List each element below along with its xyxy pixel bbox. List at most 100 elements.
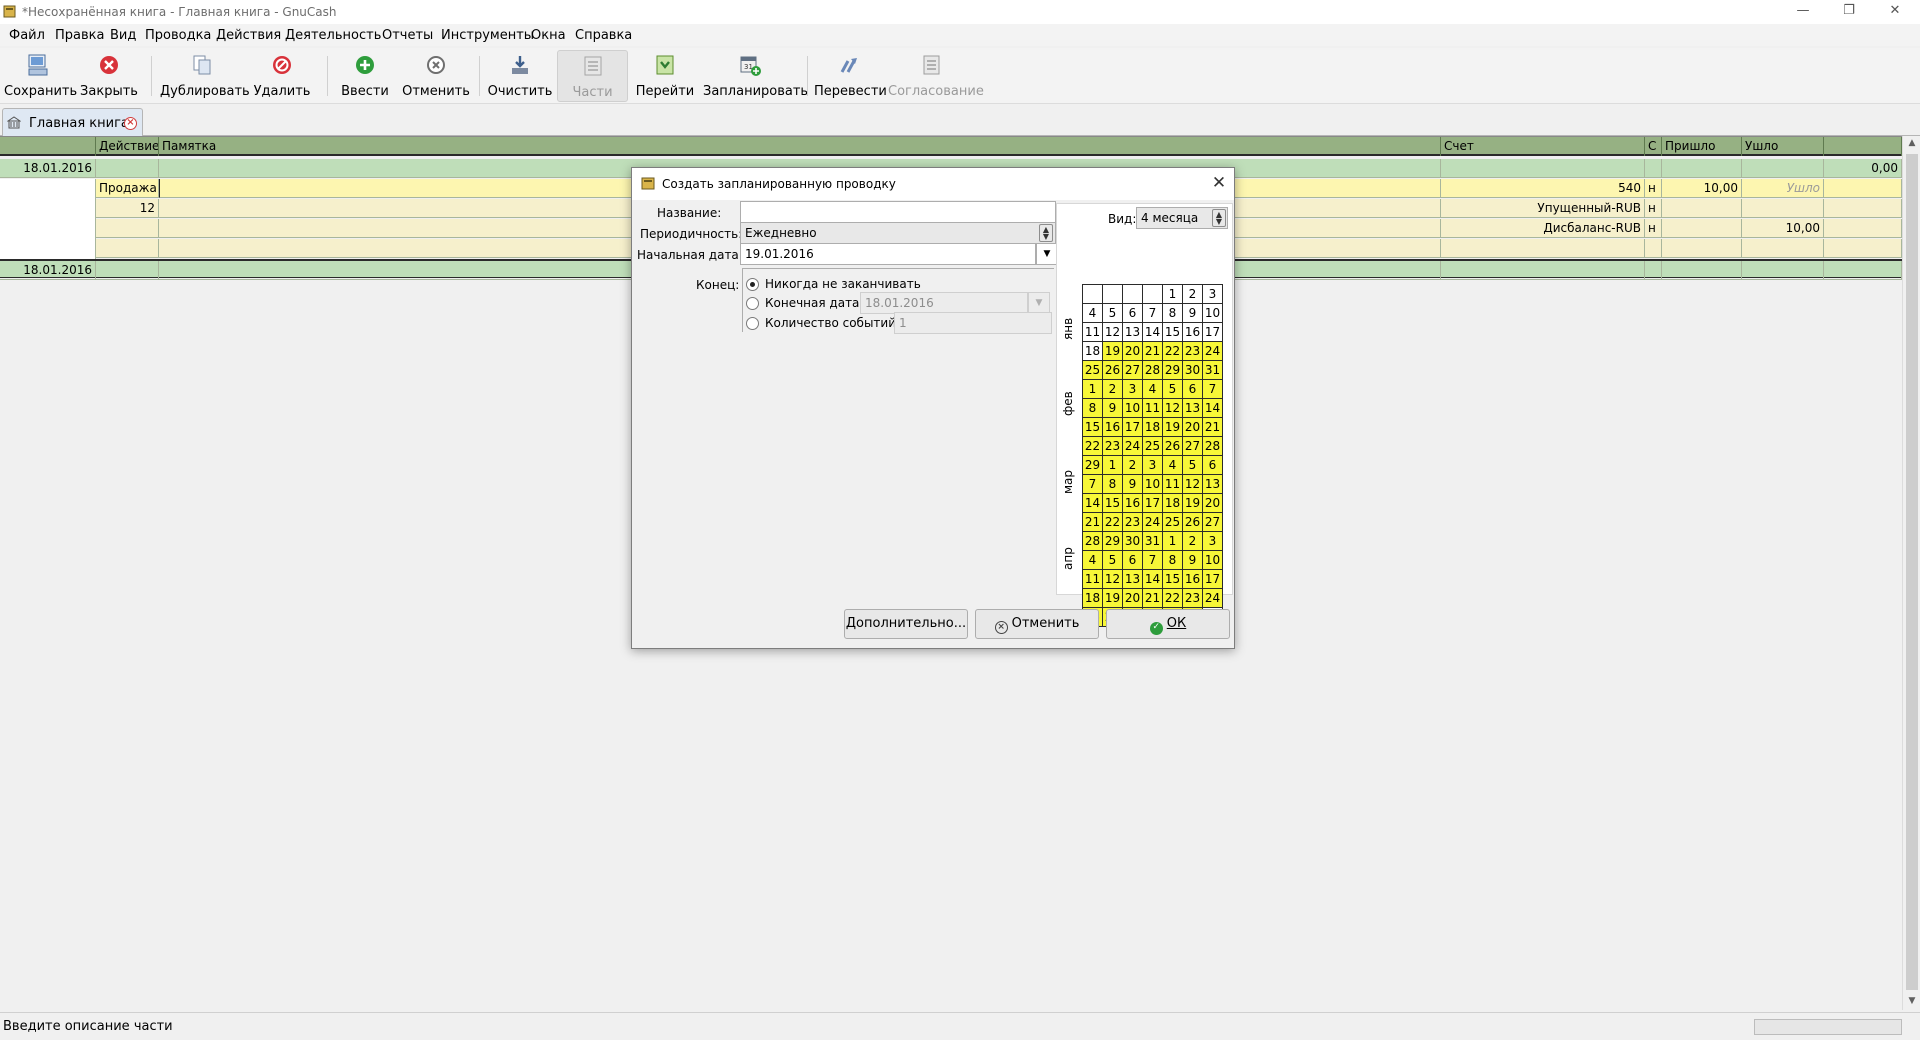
split-action-cell[interactable]: 12	[96, 199, 159, 218]
save-icon	[28, 54, 48, 76]
split-credit-cell[interactable]: 10,00	[1742, 219, 1824, 238]
save-button[interactable]: Сохранить	[4, 50, 77, 102]
scrollbar-thumb[interactable]	[1906, 154, 1918, 990]
debit-cell[interactable]	[1662, 159, 1742, 178]
split-credit-cell[interactable]: Ушло	[1742, 179, 1824, 198]
occurrences-radio[interactable]	[746, 317, 759, 330]
start-date-picker-icon[interactable]: ▼	[1036, 243, 1058, 265]
date-cell[interactable]: 18.01.2016	[0, 261, 96, 280]
month-label-mar: мар	[1061, 469, 1075, 494]
duplicate-button[interactable]: Дублировать	[160, 50, 250, 102]
credit-cell[interactable]	[1742, 159, 1824, 178]
menu-windows[interactable]: Окна	[531, 28, 566, 43]
end-never-radio[interactable]	[746, 278, 759, 291]
reconcile-button[interactable]: Согласование	[888, 50, 984, 102]
occurrences-label[interactable]: Количество событий:	[765, 316, 900, 330]
split-action-cell[interactable]	[96, 239, 159, 258]
split-debit-cell[interactable]	[1662, 239, 1742, 258]
menu-actions[interactable]: Действия	[216, 28, 281, 43]
calendar-day: 23	[1122, 512, 1143, 532]
tab-general-journal[interactable]: Главная книга ×	[2, 108, 143, 136]
date-cell[interactable]: 18.01.2016	[0, 159, 96, 178]
view-dropdown-icon[interactable]: ▲ ▼	[1212, 209, 1226, 227]
split-reconcile-cell[interactable]: н	[1645, 219, 1662, 238]
calendar-week-row: 29 1 2 3 4 5 6	[1082, 455, 1223, 475]
calendar-day: 11	[1162, 474, 1183, 494]
tab-close-icon[interactable]: ×	[124, 117, 137, 130]
calendar-day: 28	[1142, 360, 1163, 380]
cancel-button[interactable]: × Отменить	[975, 609, 1099, 639]
split-account-cell[interactable]: Дисбаланс-RUB	[1441, 219, 1645, 238]
debit-cell[interactable]	[1662, 261, 1742, 280]
end-never-label[interactable]: Никогда не заканчивать	[765, 277, 921, 291]
menu-edit[interactable]: Правка	[55, 28, 104, 43]
split-credit-cell[interactable]	[1742, 199, 1824, 218]
enter-button[interactable]: Ввести	[336, 50, 394, 102]
occurrences-input[interactable]: 1	[894, 312, 1052, 334]
frequency-dropdown-icon[interactable]: ▲ ▼	[1039, 224, 1053, 242]
ledger-icon	[7, 116, 21, 129]
menu-tools[interactable]: Инструменты	[441, 28, 534, 43]
header-debit: Пришло	[1662, 137, 1742, 156]
menu-transaction[interactable]: Проводка	[145, 28, 211, 43]
minimize-button[interactable]: —	[1780, 0, 1826, 24]
split-action-cell[interactable]: Продажа	[96, 179, 159, 198]
frequency-select[interactable]: Ежедневно	[740, 222, 1056, 244]
scroll-down-arrow-icon[interactable]: ▼	[1906, 996, 1918, 1008]
register-scrollbar[interactable]: ▲ ▼	[1902, 136, 1920, 1010]
start-date-input[interactable]: 19.01.2016	[740, 243, 1036, 265]
menu-help[interactable]: Справка	[575, 28, 632, 43]
jump-button[interactable]: Перейти	[632, 50, 698, 102]
delete-button[interactable]: Удалить	[250, 50, 314, 102]
account-cell[interactable]	[1441, 159, 1645, 178]
calendar-day: 6	[1182, 379, 1203, 399]
advanced-button[interactable]: Дополнительно...	[844, 609, 968, 639]
split-debit-cell[interactable]: 10,00	[1662, 179, 1742, 198]
close-window-button[interactable]: ✕	[1872, 0, 1918, 24]
transfer-button[interactable]: Перевести	[814, 50, 887, 102]
menu-file[interactable]: Файл	[9, 28, 45, 43]
calendar-day: 23	[1182, 341, 1203, 361]
split-reconcile-cell[interactable]: н	[1645, 179, 1662, 198]
calendar-day: 9	[1182, 303, 1203, 323]
split-button[interactable]: Части	[557, 50, 628, 102]
split-debit-cell[interactable]	[1662, 199, 1742, 218]
close-button[interactable]: Закрыть	[80, 50, 138, 102]
dialog-close-icon[interactable]: ✕	[1210, 173, 1228, 193]
restore-button[interactable]: ❐	[1826, 0, 1872, 24]
menu-view[interactable]: Вид	[110, 28, 136, 43]
end-date-picker-icon[interactable]: ▼	[1028, 292, 1050, 314]
scroll-up-arrow-icon[interactable]: ▲	[1906, 138, 1918, 150]
plus-circle-icon	[356, 56, 374, 74]
split-account-cell[interactable]: 540	[1441, 179, 1645, 198]
calendar-day: 8	[1082, 398, 1103, 418]
split-debit-cell[interactable]	[1662, 219, 1742, 238]
end-date-radio[interactable]	[746, 297, 759, 310]
split-account-cell[interactable]	[1441, 239, 1645, 258]
name-input[interactable]	[740, 201, 1056, 223]
reconcile-cell[interactable]	[1645, 261, 1662, 280]
cancel-transaction-button[interactable]: Отменить	[402, 50, 470, 102]
split-action-cell[interactable]	[96, 219, 159, 238]
calendar-day: 29	[1162, 360, 1183, 380]
menu-reports[interactable]: Отчеты	[382, 28, 433, 43]
end-date-label[interactable]: Конечная дата:	[765, 296, 863, 310]
toolbar-separator	[327, 56, 328, 96]
ok-button[interactable]: ✓ ОК	[1106, 609, 1230, 639]
blank-transaction-button[interactable]: Очистить	[486, 50, 554, 102]
split-reconcile-cell[interactable]	[1645, 239, 1662, 258]
schedule-button[interactable]: 31 Запланировать	[703, 50, 808, 102]
action-cell[interactable]	[96, 159, 159, 178]
end-date-input[interactable]: 18.01.2016	[860, 292, 1028, 314]
split-credit-cell[interactable]	[1742, 239, 1824, 258]
credit-cell[interactable]	[1742, 261, 1824, 280]
menu-business[interactable]: Деятельность	[285, 28, 381, 43]
action-cell[interactable]	[96, 261, 159, 280]
account-cell[interactable]	[1441, 261, 1645, 280]
split-account-cell[interactable]: Упущенный-RUB	[1441, 199, 1645, 218]
calendar-day: 27	[1182, 436, 1203, 456]
calendar-week-row: 123	[1082, 284, 1223, 304]
split-reconcile-cell[interactable]: н	[1645, 199, 1662, 218]
calendar-day: 21	[1202, 417, 1223, 437]
reconcile-cell[interactable]	[1645, 159, 1662, 178]
